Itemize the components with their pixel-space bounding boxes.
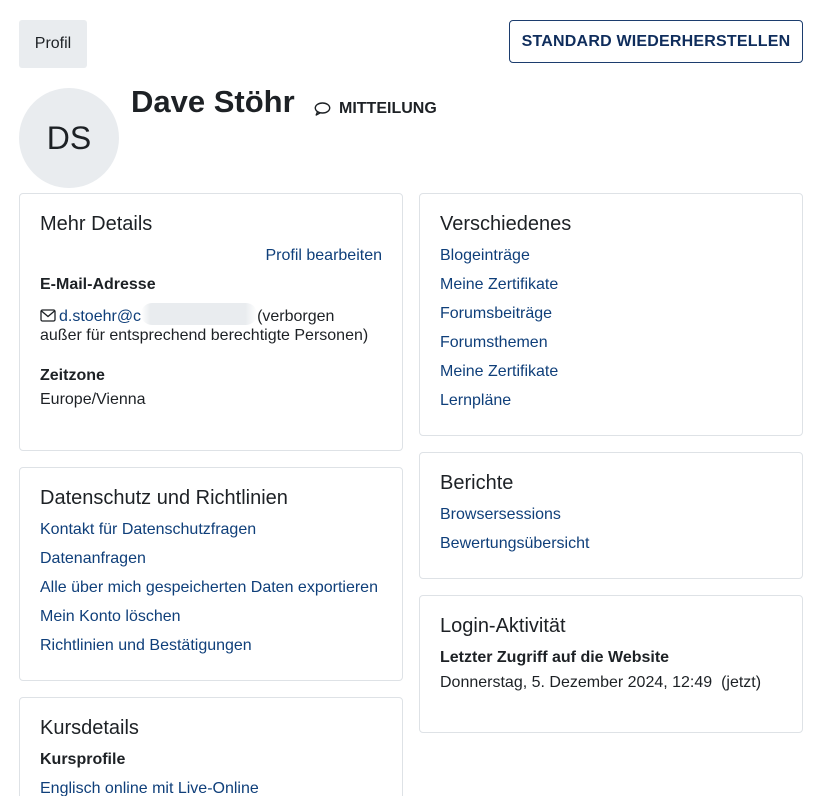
edit-profile-link[interactable]: Profil bearbeiten [265,247,382,265]
last-access-value: Donnerstag, 5. Dezember 2024, 12:49 (jet… [440,674,762,691]
message-label: MITTEILUNG [339,100,437,117]
course-profiles-label: Kursprofile [40,751,126,768]
login-activity-title: Login-Aktivität [440,615,566,637]
privacy-card: Datenschutz und Richtlinien Kontakt für … [19,467,403,681]
course-details-title: Kursdetails [40,717,139,739]
timezone-label: Zeitzone [40,367,105,384]
blog-entries-link[interactable]: Blogeinträge [440,247,530,265]
speech-bubble-icon [314,102,331,116]
learning-plans-link[interactable]: Lernpläne [440,392,511,410]
email-label: E-Mail-Adresse [40,276,156,293]
more-details-title: Mehr Details [40,213,153,235]
browser-sessions-link[interactable]: Browsersessions [440,506,561,524]
certificates-link[interactable]: Meine Zertifikate [440,276,558,294]
reset-to-default-button[interactable]: STANDARD WIEDERHERSTELLEN [509,20,803,63]
privacy-contact-link[interactable]: Kontakt für Datenschutzfragen [40,521,256,539]
login-activity-card: Login-Aktivität Letzter Zugriff auf die … [419,595,803,733]
redacted-area [141,303,258,325]
more-details-card: Mehr Details Profil bearbeiten E-Mail-Ad… [19,193,403,451]
policies-link[interactable]: Richtlinien und Bestätigungen [40,637,252,655]
last-access-label: Letzter Zugriff auf die Website [440,649,670,666]
email-link[interactable]: d.stoehr@c [59,308,141,325]
email-row: d.stoehr@c (verborgen [40,303,334,327]
misc-title: Verschiedenes [440,213,572,235]
reports-title: Berichte [440,472,514,494]
message-button[interactable]: MITTEILUNG [314,100,437,118]
timezone-value: Europe/Vienna [40,391,146,408]
reports-card: Berichte Browsersessions Bewertungsübers… [419,452,803,579]
course-link[interactable]: Englisch online mit Live-Online [40,780,259,796]
forum-topics-link[interactable]: Forumsthemen [440,334,548,352]
data-requests-link[interactable]: Datenanfragen [40,550,146,568]
avatar: DS [19,88,119,188]
misc-card: Verschiedenes Blogeinträge Meine Zertifi… [419,193,803,436]
delete-account-link[interactable]: Mein Konto löschen [40,608,181,626]
certificates-link-2[interactable]: Meine Zertifikate [440,363,558,381]
user-name: Dave Stöhr [131,84,295,119]
export-data-link[interactable]: Alle über mich gespeicherten Daten expor… [40,579,378,597]
grades-overview-link[interactable]: Bewertungsübersicht [440,535,589,553]
email-hidden-note-2: außer für entsprechend berechtigte Perso… [40,327,369,344]
profile-tab[interactable]: Profil [19,20,87,68]
email-hidden-note: (verborgen [257,308,335,325]
forum-posts-link[interactable]: Forumsbeiträge [440,305,552,323]
envelope-icon [40,309,56,327]
privacy-title: Datenschutz und Richtlinien [40,487,288,509]
course-details-card: Kursdetails Kursprofile Englisch online … [19,697,403,796]
